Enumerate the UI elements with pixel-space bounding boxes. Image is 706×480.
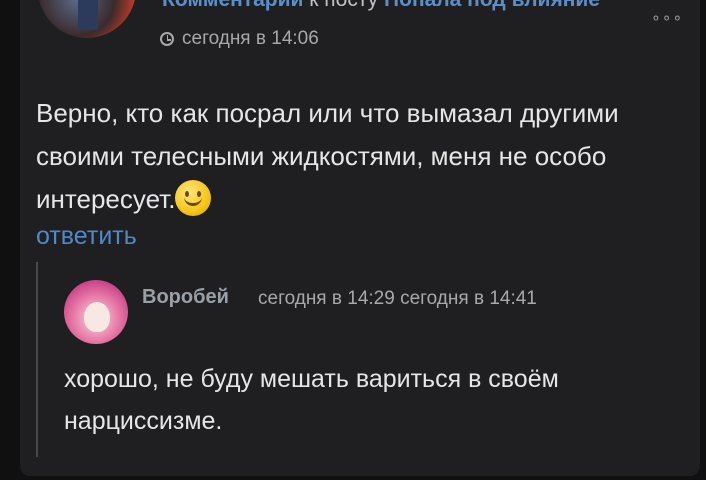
reply-thread: Воробей сегодня в 14:29 сегодня в 14:41 … <box>36 262 678 457</box>
clock-icon <box>160 32 174 46</box>
comment-header: Комментарий к посту Попала под влияние <box>162 0 600 12</box>
comment-link[interactable]: Комментарий <box>162 0 303 11</box>
more-dots-icon[interactable]: ⚬⚬⚬ <box>650 10 683 27</box>
parent-timestamp: сегодня в 14:06 <box>160 28 319 50</box>
reply-time-edited: сегодня в 14:41 <box>400 288 537 309</box>
reply-timestamps: сегодня в 14:29 сегодня в 14:41 <box>258 288 537 310</box>
reply-comment-text: хорошо, не буду мешать вариться в своём … <box>64 365 559 435</box>
header-connector: к посту <box>303 0 384 11</box>
post-title-link[interactable]: Попала под влияние <box>384 0 600 11</box>
reply-button[interactable]: ответить <box>36 222 137 251</box>
reply-author-name[interactable]: Воробей <box>142 286 229 309</box>
parent-time-text: сегодня в 14:06 <box>182 28 319 49</box>
parent-comment-text: Верно, кто как посрал или что вымазал др… <box>36 98 619 214</box>
reply-author-avatar[interactable] <box>64 280 128 344</box>
parent-comment-body: Верно, кто как посрал или что вымазал др… <box>36 92 686 221</box>
reply-time-created: сегодня в 14:29 <box>258 288 395 309</box>
smiley-emoji-icon <box>175 180 212 216</box>
